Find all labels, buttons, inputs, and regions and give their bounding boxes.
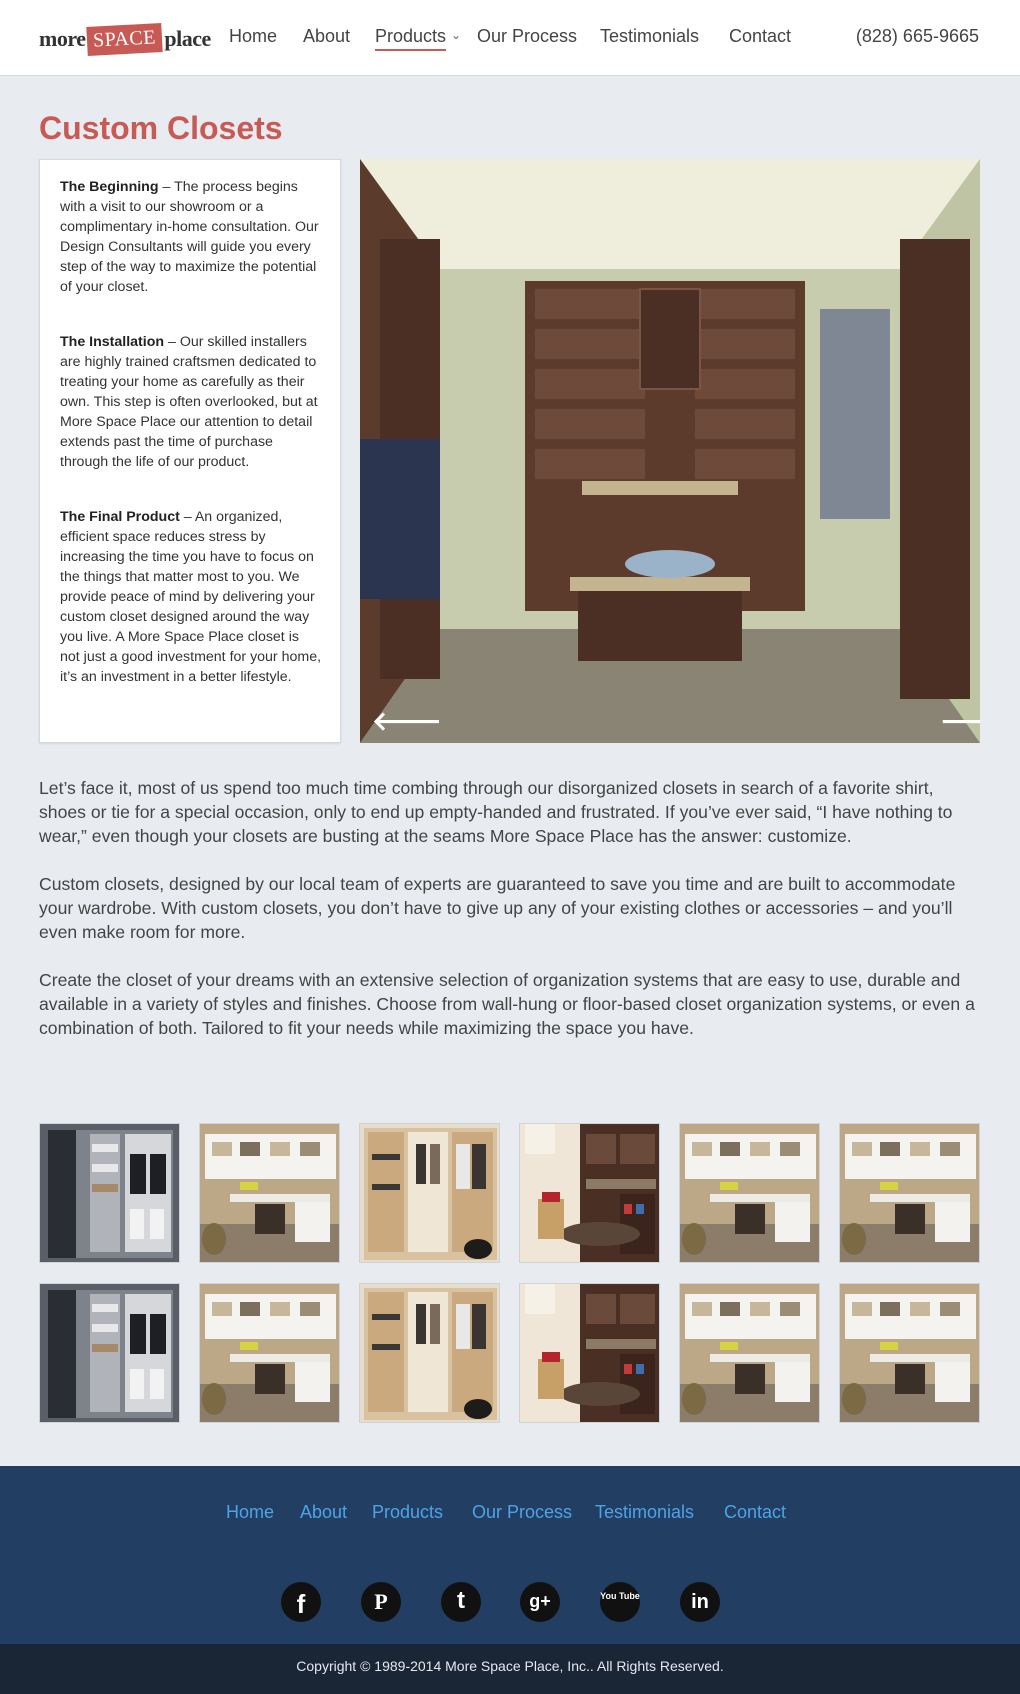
thumbnail-white-office[interactable]	[199, 1123, 340, 1263]
thumbnail-image	[520, 1284, 659, 1422]
copyright: Copyright © 1989-2014 More Space Place, …	[0, 1644, 1020, 1694]
intro-paragraph-1: Let’s face it, most of us spend too much…	[39, 778, 953, 846]
thumbnail-dark-closet[interactable]	[39, 1123, 180, 1263]
nav-about[interactable]: About	[303, 24, 350, 48]
footer-nav-our-process[interactable]: Our Process	[472, 1500, 572, 1524]
process-beginning-heading: The Beginning	[60, 179, 159, 195]
thumbnail-image	[40, 1284, 179, 1422]
facebook-icon[interactable]: f	[281, 1582, 321, 1622]
phone-number[interactable]: (828) 665-9665	[856, 24, 979, 48]
thumbnail-image	[680, 1284, 819, 1422]
thumbnail-image	[840, 1124, 979, 1262]
thumbnail-white-office[interactable]	[839, 1123, 980, 1263]
footer-nav-products[interactable]: Products	[372, 1500, 443, 1524]
image-slider[interactable]: 🡐 🡒	[360, 159, 980, 743]
process-installation: The Installation – Our skilled installer…	[60, 332, 322, 472]
nav-contact[interactable]: Contact	[729, 24, 791, 48]
footer-nav-home[interactable]: Home	[226, 1500, 274, 1524]
twitter-icon[interactable]: t	[441, 1582, 481, 1622]
intro-paragraph-3: Create the closet of your dreams with an…	[39, 970, 975, 1038]
logo-place: place	[164, 26, 211, 51]
nav-products[interactable]: Products	[375, 24, 447, 51]
thumbnail-image	[680, 1124, 819, 1262]
thumbnail-image	[840, 1284, 979, 1422]
thumbnail-image	[200, 1284, 339, 1422]
intro-text: Let’s face it, most of us spend too much…	[39, 776, 984, 1064]
thumbnail-maple-closet[interactable]	[359, 1283, 500, 1423]
footer-nav-contact[interactable]: Contact	[724, 1500, 786, 1524]
thumbnail-image	[200, 1124, 339, 1262]
thumbnail-image	[520, 1124, 659, 1262]
process-separator: –	[164, 334, 180, 350]
footer-nav-testimonials[interactable]: Testimonials	[595, 1500, 694, 1524]
thumbnail-image	[360, 1124, 499, 1262]
process-final-product: The Final Product – An organized, effici…	[60, 507, 322, 687]
pinterest-icon[interactable]: P	[361, 1582, 401, 1622]
thumbnail-maple-closet[interactable]	[359, 1123, 500, 1263]
nav-testimonials[interactable]: Testimonials	[600, 24, 699, 48]
footer-nav: Home About Products Our Process Testimon…	[0, 1500, 1020, 1528]
site-footer: Home About Products Our Process Testimon…	[0, 1466, 1020, 1644]
arrow-left-icon[interactable]: 🡐	[372, 707, 442, 735]
process-separator: –	[179, 509, 195, 525]
thumbnail-espresso-office[interactable]	[519, 1123, 660, 1263]
process-final-heading: The Final Product	[60, 509, 180, 525]
logo-more: more	[39, 26, 86, 51]
process-beginning: The Beginning – The process begins with …	[60, 177, 322, 297]
linkedin-icon[interactable]: in	[680, 1582, 720, 1622]
google-plus-icon[interactable]: g+	[520, 1582, 560, 1622]
process-final-text: An organized, efficient space reduces st…	[60, 509, 322, 685]
nav-home[interactable]: Home	[229, 24, 277, 48]
thumbnail-white-office[interactable]	[199, 1283, 340, 1423]
thumbnail-white-office[interactable]	[839, 1283, 980, 1423]
social-links: f P t g+ You Tube in	[0, 1582, 1020, 1622]
thumbnail-white-office[interactable]	[679, 1283, 820, 1423]
walk-in-closet-image	[360, 159, 980, 743]
process-sidebar: The Beginning – The process begins with …	[39, 159, 341, 743]
page-title: Custom Closets	[39, 110, 283, 146]
nav-our-process[interactable]: Our Process	[477, 24, 577, 48]
process-installation-text: Our skilled installers are highly traine…	[60, 334, 318, 470]
site-header: more SPACE place Home About Products ⌄ O…	[0, 0, 1020, 76]
process-beginning-text: The process begins with a visit to our s…	[60, 179, 319, 295]
thumbnail-dark-closet[interactable]	[39, 1283, 180, 1423]
arrow-right-icon[interactable]: 🡒	[940, 707, 980, 735]
process-separator: –	[158, 179, 175, 195]
youtube-icon[interactable]: You Tube	[600, 1582, 640, 1622]
logo-space: SPACE	[86, 22, 164, 56]
thumbnail-white-office[interactable]	[679, 1123, 820, 1263]
thumbnail-espresso-office[interactable]	[519, 1283, 660, 1423]
intro-paragraph-2: Custom closets, designed by our local te…	[39, 874, 956, 942]
process-installation-heading: The Installation	[60, 334, 165, 350]
thumbnail-image	[360, 1284, 499, 1422]
chevron-down-icon[interactable]: ⌄	[451, 28, 461, 42]
site-logo[interactable]: more SPACE place	[39, 20, 211, 58]
footer-nav-about[interactable]: About	[300, 1500, 347, 1524]
thumbnail-image	[40, 1124, 179, 1262]
